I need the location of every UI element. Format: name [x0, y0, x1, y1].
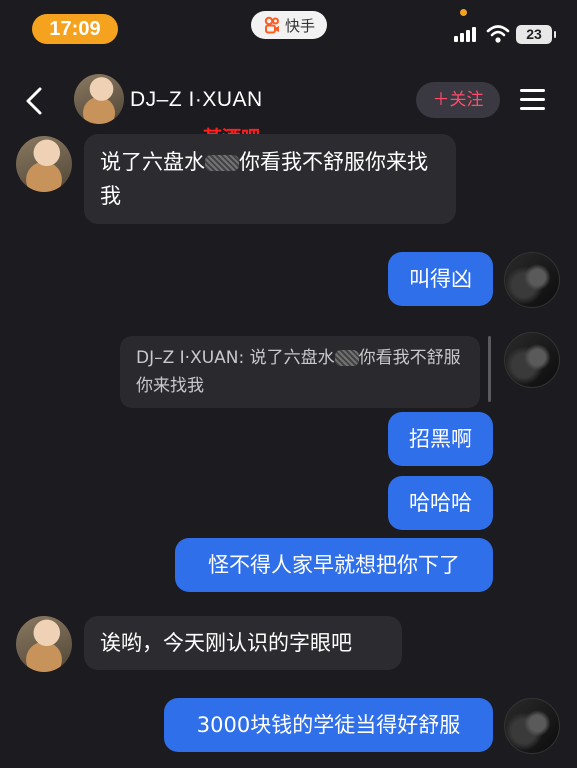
quote-text: DJ–Z I·XUAN: 说了六盘水 — [136, 348, 335, 368]
message-bubble-incoming[interactable]: 说了六盘水 你看我不舒服你来找我 — [84, 134, 456, 224]
message-text: 说了六盘水 — [100, 150, 205, 174]
kuaishou-logo-icon — [264, 16, 279, 34]
contact-avatar-msg[interactable] — [16, 136, 72, 192]
message-bubble-incoming[interactable]: 诶哟，今天刚认识的字眼吧 — [84, 616, 402, 670]
wifi-icon — [486, 25, 510, 43]
my-avatar[interactable] — [504, 332, 560, 388]
message-bubble-outgoing[interactable]: 怪不得人家早就想把你下了 — [175, 538, 493, 592]
my-avatar[interactable] — [504, 252, 560, 308]
contact-avatar[interactable] — [74, 74, 124, 124]
status-time: 17:09 — [32, 14, 118, 44]
redacted-text — [205, 155, 239, 171]
quoted-message[interactable]: DJ–Z I·XUAN: 说了六盘水 你看我不舒服你来找我 — [120, 336, 480, 408]
menu-icon[interactable] — [520, 89, 545, 116]
message-bubble-outgoing[interactable]: 招黑啊 — [388, 412, 493, 466]
back-arrow-icon[interactable] — [24, 86, 44, 116]
message-bubble-outgoing[interactable]: 3000块钱的学徒当得好舒服 — [164, 698, 493, 752]
message-bubble-outgoing[interactable]: 叫得凶 — [388, 252, 493, 306]
recording-dot-icon — [460, 9, 467, 16]
quote-divider — [488, 336, 491, 402]
app-name: 快手 — [284, 16, 315, 35]
kuaishou-app-pill[interactable]: 快手 — [251, 11, 327, 39]
contact-avatar-msg[interactable] — [16, 616, 72, 672]
battery-icon: 23 — [516, 25, 556, 44]
my-avatar[interactable] — [504, 698, 560, 754]
contact-name[interactable]: DJ–Z I·XUAN — [130, 88, 263, 112]
message-bubble-outgoing[interactable]: 哈哈哈 — [388, 476, 493, 530]
follow-button[interactable]: ＋关注 — [416, 82, 500, 118]
redacted-text — [334, 350, 359, 366]
cellular-signal-icon — [454, 27, 476, 42]
